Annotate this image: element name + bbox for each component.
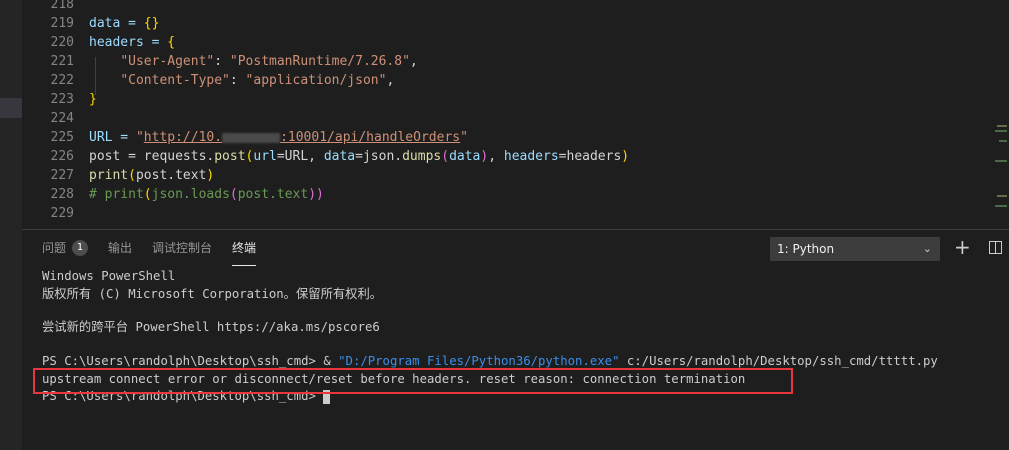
script-path: c:/Users/randolph/Desktop/ssh_cmd/ttttt.…: [619, 354, 938, 368]
minimap[interactable]: [993, 0, 1009, 229]
code-token: {: [167, 35, 176, 50]
code-token: "Content-Type": [120, 73, 230, 88]
line-number: 224: [50, 111, 74, 126]
tab-label: 输出: [108, 241, 133, 255]
tab-label: 调试控制台: [152, 241, 213, 255]
terminal-line: 尝试新的跨平台 PowerShell https://aka.ms/pscore…: [42, 320, 380, 334]
code-token: :: [229, 73, 246, 88]
tab-terminal[interactable]: 终端: [232, 240, 257, 266]
line-number: 221: [50, 54, 74, 69]
code-token: =headers: [558, 149, 622, 164]
terminal-select-value: 1: Python: [777, 242, 835, 256]
line-number: 222: [50, 73, 74, 88]
code-line: 218: [22, 0, 74, 14]
code-token: ,: [409, 54, 418, 69]
tab-problems[interactable]: 问题 1: [42, 240, 89, 266]
tab-label: 终端: [232, 241, 257, 255]
code-token: "User-Agent": [120, 54, 215, 69]
code-token: dumps: [402, 149, 442, 164]
activity-bar: [0, 0, 22, 450]
code-token: ": [460, 130, 468, 145]
terminal-select[interactable]: 1: Python ⌄: [770, 237, 940, 261]
code-token: {}: [143, 16, 160, 31]
code-line: 225 URL = "http://10.:10001/api/handleOrd…: [22, 128, 468, 147]
code-token: ): [206, 168, 215, 183]
code-token: post.text: [135, 168, 207, 183]
error-highlight-box: [33, 368, 793, 394]
line-number: 219: [50, 16, 74, 31]
code-token: headers =: [89, 35, 168, 50]
code-token: (: [128, 168, 136, 183]
terminal-line: Windows PowerShell: [42, 269, 176, 283]
code-token: =json.: [355, 149, 403, 164]
code-token: URL =: [89, 130, 136, 145]
new-terminal-plus-icon[interactable]: +: [954, 235, 971, 259]
tab-output[interactable]: 输出: [108, 240, 132, 266]
code-token: url: [253, 149, 277, 164]
code-line: 228 # print(json.loads(post.text)): [22, 185, 324, 204]
code-token: ,: [488, 149, 504, 164]
code-editor[interactable]: 218 219 data = {} 220 headers = { 221 "Use…: [22, 0, 1009, 229]
code-token: ": [135, 130, 144, 145]
url-link[interactable]: http://10.: [144, 130, 222, 145]
line-number: 218: [50, 0, 74, 12]
line-number: 225: [50, 130, 74, 145]
split-terminal-icon[interactable]: [989, 241, 1002, 254]
code-token: json.loads: [151, 187, 230, 202]
code-token: post.text: [237, 187, 309, 202]
code-token: =URL,: [276, 149, 324, 164]
code-token: "application/json": [245, 73, 387, 88]
code-token: post = requests.: [89, 149, 215, 164]
code-token: (: [143, 187, 152, 202]
chevron-down-icon: ⌄: [922, 242, 932, 255]
line-number: 226: [50, 149, 74, 164]
bottom-panel: 问题 1 输出 调试控制台 终端 1: Python ⌄ + Windows Pow…: [22, 229, 1009, 450]
code-token: print: [89, 168, 129, 183]
code-line: 221 "User-Agent": "PostmanRuntime/7.26.8…: [22, 52, 418, 71]
terminal-line: 版权所有 (C) Microsoft Corporation。保留所有权利。: [42, 287, 383, 301]
code-token: data =: [89, 16, 144, 31]
code-line: 224: [22, 109, 74, 128]
line-number: 227: [50, 168, 74, 183]
code-token: :: [214, 54, 230, 69]
code-token: )): [308, 187, 324, 202]
code-line: 223}: [22, 90, 97, 109]
code-token: (: [441, 149, 450, 164]
code-token: # print: [89, 187, 144, 202]
activity-selected: [0, 98, 22, 118]
line-number: 229: [50, 206, 74, 221]
panel-tabs: 问题 1 输出 调试控制台 终端: [42, 240, 257, 266]
code-token: ): [621, 149, 630, 164]
code-line: 226 post = requests.post(url=URL, data=js…: [22, 147, 630, 166]
line-number: 223: [50, 92, 74, 107]
redacted-ip: [222, 132, 281, 143]
tab-debug-console[interactable]: 调试控制台: [152, 240, 212, 266]
code-token: data: [449, 149, 481, 164]
code-line: 220 headers = {: [22, 33, 176, 52]
code-token: (: [229, 187, 238, 202]
tab-label: 问题: [42, 241, 67, 255]
code-token: data: [323, 149, 356, 164]
code-token: ,: [386, 73, 395, 88]
url-link[interactable]: :10001/api/handleOrders: [280, 130, 460, 145]
code-token: }: [89, 92, 97, 107]
python-path: "D:/Program Files/Python36/python.exe": [338, 354, 620, 368]
code-line: 227 print(post.text): [22, 166, 215, 185]
code-line: 229: [22, 204, 74, 223]
problems-count-badge: 1: [72, 240, 89, 256]
code-token: headers: [503, 149, 559, 164]
prompt: PS C:\Users\randolph\Desktop\ssh_cmd> &: [42, 354, 339, 368]
code-token: post: [214, 149, 246, 164]
code-line: 219 data = {}: [22, 14, 160, 33]
code-line: 222 "Content-Type": "application/json",: [22, 71, 395, 90]
line-number: 228: [50, 187, 74, 202]
line-number: 220: [50, 35, 74, 50]
code-token: "PostmanRuntime/7.26.8": [229, 54, 410, 69]
